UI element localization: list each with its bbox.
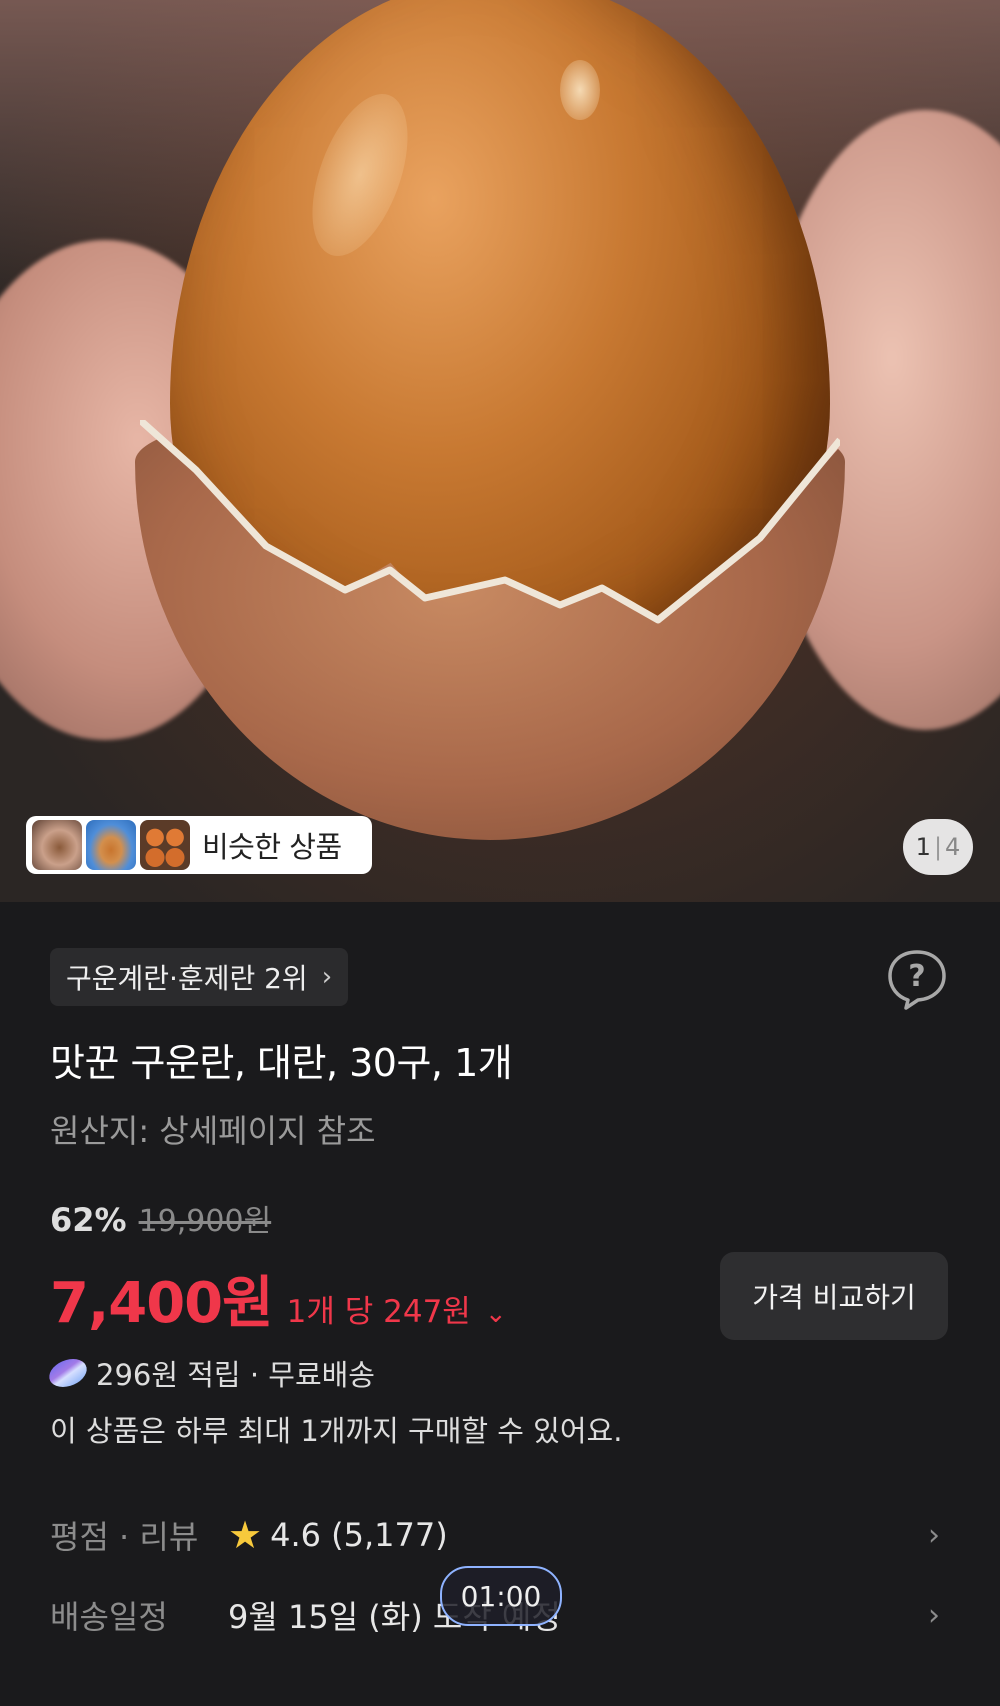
original-price: 19,900원	[138, 1204, 272, 1239]
rating-review-row[interactable]: 평점 · 리뷰 ★ 4.6 (5,177) ›	[50, 1512, 950, 1558]
help-icon[interactable]: ?	[886, 948, 948, 1010]
unit-price[interactable]: 1개 당 247원	[287, 1286, 471, 1331]
coin-icon	[44, 1359, 92, 1387]
category-rank-label: 구운계란·훈제란 2위	[66, 962, 308, 995]
chevron-right-icon: ›	[321, 962, 333, 992]
rating-score: 4.6 (5,177)	[270, 1516, 448, 1554]
star-icon: ★	[228, 1513, 263, 1557]
product-page: 비슷한 상품 1 | 4 구운계란·훈제란 2위 › ? 맛꾼 구운란, 대란,…	[0, 0, 1000, 1706]
points-shipping-text: 296원 적립 · 무료배송	[96, 1358, 375, 1392]
product-origin: 원산지: 상세페이지 참조	[50, 1112, 376, 1150]
product-title: 맛꾼 구운란, 대란, 30구, 1개	[50, 1041, 513, 1085]
price-row: 7,400원 1개 당 247원 ⌄	[50, 1258, 507, 1339]
similar-products-label: 비슷한 상품	[202, 830, 342, 864]
compare-price-button[interactable]: 가격 비교하기	[720, 1252, 948, 1340]
discount-rate: 62%	[50, 1201, 127, 1239]
similar-product-thumbnail	[86, 820, 136, 870]
image-counter-current: 1	[915, 833, 931, 861]
similar-products-button[interactable]: 비슷한 상품	[26, 816, 372, 874]
image-counter: 1 | 4	[903, 819, 973, 875]
product-image-carousel[interactable]: 비슷한 상품 1 | 4	[0, 0, 1000, 902]
discount-row: 62% 19,900원	[50, 1196, 271, 1240]
image-counter-separator: |	[933, 833, 943, 861]
egg-highlight	[560, 60, 600, 120]
chevron-down-icon[interactable]: ⌄	[485, 1299, 507, 1329]
chevron-right-icon[interactable]: ›	[928, 1598, 940, 1633]
similar-product-thumbnail	[140, 820, 190, 870]
chevron-right-icon[interactable]: ›	[928, 1518, 940, 1553]
sale-price: 7,400원	[50, 1271, 274, 1336]
rating-review-label: 평점 · 리뷰	[50, 1518, 199, 1556]
category-rank-chip[interactable]: 구운계란·훈제란 2위 ›	[50, 948, 349, 1006]
delivery-schedule-label: 배송일정	[50, 1598, 168, 1636]
purchase-limit-notice: 이 상품은 하루 최대 1개까지 구매할 수 있어요.	[50, 1414, 623, 1448]
image-counter-total: 4	[945, 833, 961, 861]
rating-value: ★ 4.6 (5,177)	[228, 1513, 448, 1557]
countdown-timer-badge: 01:00	[440, 1566, 562, 1626]
similar-product-thumbnail	[32, 820, 82, 870]
points-shipping-row: 296원 적립 · 무료배송	[44, 1352, 375, 1394]
svg-text:?: ?	[908, 959, 925, 994]
